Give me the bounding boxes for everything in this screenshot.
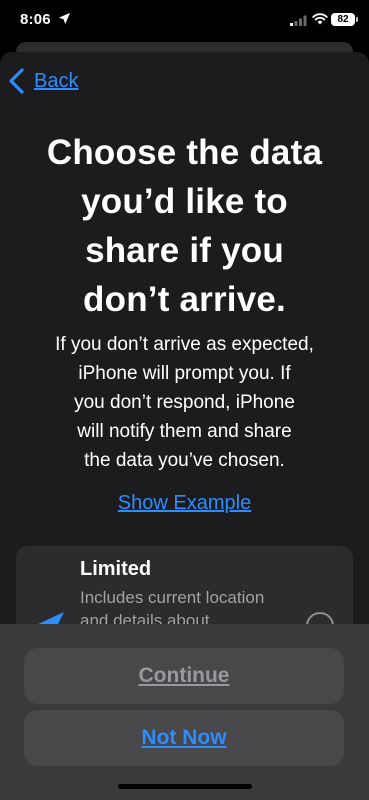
- description-line: the data you’ve chosen.: [84, 450, 285, 471]
- page-title: Choose the data you’d like to share if y…: [14, 128, 355, 324]
- back-button[interactable]: Back: [8, 66, 78, 96]
- option-title: Limited: [80, 558, 152, 580]
- chevron-left-icon: [9, 68, 24, 94]
- description-line: If you don’t arrive as expected,: [55, 334, 314, 355]
- continue-button[interactable]: Continue: [24, 648, 344, 704]
- location-arrow-icon: [58, 12, 71, 25]
- description-line: iPhone will prompt you. If: [78, 363, 291, 384]
- battery-icon: 82: [331, 13, 355, 26]
- show-example-link[interactable]: Show Example: [0, 492, 369, 515]
- description: If you don’t arrive as expected, iPhone …: [20, 330, 349, 475]
- home-indicator: [118, 784, 252, 789]
- description-line: will notify them and share: [77, 421, 292, 442]
- cellular-signal-icon: [290, 15, 307, 26]
- description-line: you don’t respond, iPhone: [74, 392, 295, 413]
- status-time: 8:06: [20, 11, 51, 28]
- title-line: you’d like to: [81, 182, 288, 221]
- status-bar: 8:06 82: [0, 0, 369, 44]
- back-label: Back: [34, 69, 79, 92]
- title-line: share if you: [85, 231, 284, 270]
- battery-tip: [356, 17, 358, 22]
- option-description-line: Includes current location: [80, 588, 265, 607]
- title-line: Choose the data: [46, 133, 323, 172]
- title-line: don’t arrive.: [83, 280, 286, 319]
- wifi-icon: [312, 13, 328, 25]
- not-now-button[interactable]: Not Now: [24, 710, 344, 766]
